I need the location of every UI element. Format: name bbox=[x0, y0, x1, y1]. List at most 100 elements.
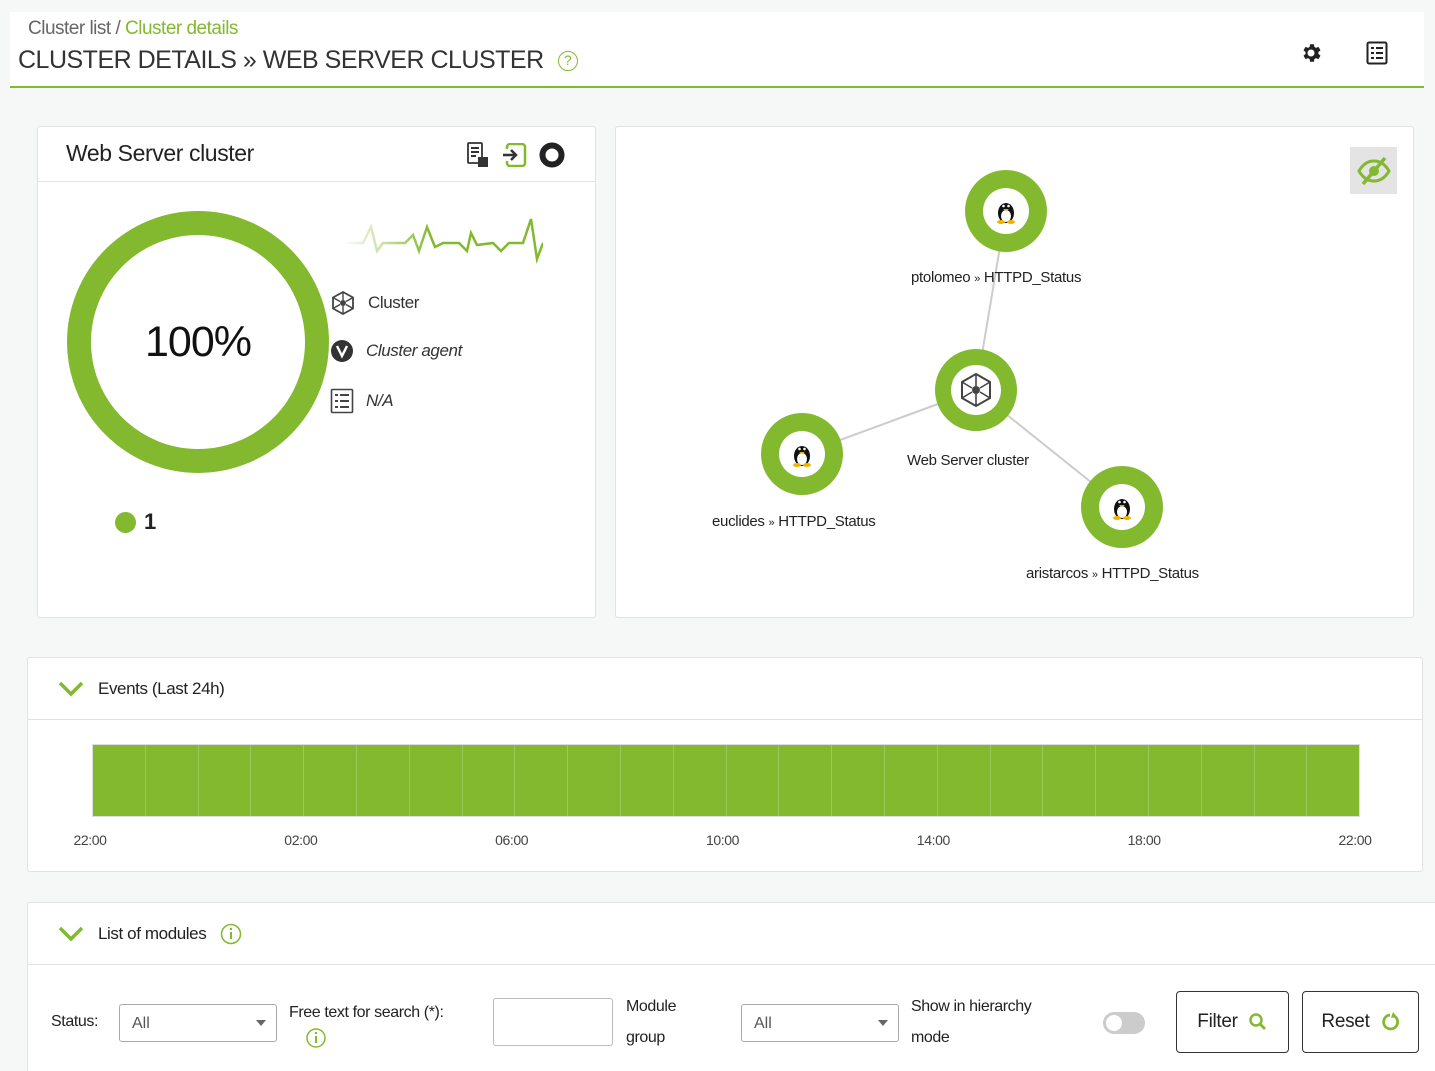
event-segment[interactable] bbox=[515, 745, 569, 816]
map-node-label-web-server-cluster: Web Server cluster bbox=[907, 452, 1029, 469]
event-segment[interactable] bbox=[198, 745, 252, 816]
module-group-select[interactable]: All bbox=[741, 1004, 899, 1042]
events-section-toggle[interactable]: Events (Last 24h) bbox=[28, 658, 1422, 720]
event-segment[interactable] bbox=[1148, 745, 1202, 816]
filter-button-label: Filter bbox=[1197, 1011, 1238, 1032]
info-row-group: N/A bbox=[330, 388, 394, 414]
page-header: Cluster list / Cluster details CLUSTER D… bbox=[10, 12, 1424, 88]
caret-down-icon bbox=[256, 1020, 266, 1026]
info-row-type: Cluster bbox=[330, 290, 419, 316]
map-node-aristarcos[interactable] bbox=[1081, 466, 1163, 548]
event-segment[interactable] bbox=[462, 745, 516, 816]
event-segment[interactable] bbox=[990, 745, 1044, 816]
search-icon bbox=[1248, 1013, 1266, 1030]
info-icon[interactable] bbox=[305, 1027, 327, 1049]
module-group-label-line1: Module bbox=[626, 998, 677, 1015]
hierarchy-mode-toggle[interactable] bbox=[1103, 1012, 1145, 1034]
event-tick-label: 18:00 bbox=[1127, 832, 1161, 848]
event-segment[interactable] bbox=[93, 745, 146, 816]
event-segment[interactable] bbox=[1307, 745, 1360, 816]
modules-card: List of modules Status: All Free text fo… bbox=[27, 902, 1435, 1071]
event-segment[interactable] bbox=[409, 745, 463, 816]
page-title-text: CLUSTER DETAILS » WEB SERVER CLUSTER bbox=[18, 46, 544, 74]
list-icon bbox=[330, 388, 354, 414]
event-segment[interactable] bbox=[1254, 745, 1308, 816]
list-view-button[interactable] bbox=[1362, 38, 1392, 68]
breadcrumb-cluster-list[interactable]: Cluster list bbox=[28, 18, 111, 39]
status-ring-icon bbox=[539, 142, 565, 168]
legend-count: 1 bbox=[144, 509, 157, 534]
cluster-map-graph bbox=[761, 170, 1163, 548]
cluster-status-percent: 100% bbox=[145, 317, 252, 366]
module-group-select-value: All bbox=[754, 1015, 772, 1032]
status-label: Status: bbox=[51, 1013, 99, 1030]
event-segment[interactable] bbox=[1096, 745, 1149, 816]
login-icon[interactable] bbox=[501, 143, 527, 167]
gear-icon bbox=[1303, 44, 1321, 62]
event-segment[interactable] bbox=[884, 745, 938, 816]
event-segment[interactable] bbox=[145, 745, 199, 816]
events-timeline-bar[interactable] bbox=[92, 744, 1360, 817]
event-segment[interactable] bbox=[568, 745, 621, 816]
map-node-ptolomeo[interactable] bbox=[965, 170, 1047, 252]
event-segment[interactable] bbox=[356, 745, 410, 816]
reset-button[interactable]: Reset bbox=[1302, 991, 1419, 1053]
map-node-label-aristarcos: aristarcos » HTTPD_Status bbox=[1026, 565, 1199, 582]
chevron-down-icon bbox=[58, 926, 84, 941]
info-type-text: Cluster bbox=[368, 293, 420, 312]
map-node-euclides[interactable] bbox=[761, 413, 843, 495]
heartbeat-sparkline-icon bbox=[343, 218, 543, 264]
settings-button[interactable] bbox=[1296, 38, 1326, 68]
free-text-search-input[interactable] bbox=[493, 998, 613, 1046]
map-node-label-ptolomeo: ptolomeo » HTTPD_Status bbox=[911, 269, 1082, 286]
map-node-label-euclides: euclides » HTTPD_Status bbox=[712, 513, 876, 530]
cluster-status-legend: 1 bbox=[115, 509, 156, 535]
event-tick-label: 02:00 bbox=[284, 832, 318, 848]
toggle-knob bbox=[1106, 1015, 1122, 1031]
cluster-card-header: Web Server cluster bbox=[38, 127, 595, 182]
event-tick-label: 22:00 bbox=[1338, 832, 1372, 848]
reset-icon bbox=[1381, 1012, 1399, 1031]
event-segment[interactable] bbox=[1043, 745, 1097, 816]
event-segment[interactable] bbox=[673, 745, 727, 816]
caret-down-icon bbox=[878, 1020, 888, 1026]
event-tick-label: 10:00 bbox=[705, 832, 740, 848]
status-select-value: All bbox=[132, 1015, 150, 1032]
cluster-map-card: ptolomeo » HTTPD_Status Web Server clust… bbox=[615, 126, 1414, 618]
event-segment[interactable] bbox=[832, 745, 885, 816]
cluster-icon bbox=[332, 290, 354, 316]
breadcrumb: Cluster list / Cluster details bbox=[28, 18, 238, 40]
legend-ok-dot bbox=[115, 511, 136, 533]
event-segment[interactable] bbox=[1201, 745, 1255, 816]
events-card: Events (Last 24h) 22:00 02:00 06:00 10:00 14… bbox=[27, 657, 1423, 872]
cluster-summary-card: Web Server cluster 100% 1 Cluster Cluste… bbox=[37, 126, 596, 618]
event-tick-label: 06:00 bbox=[495, 832, 529, 848]
free-text-label: Free text for search (*): bbox=[289, 1004, 444, 1021]
server-report-icon[interactable] bbox=[467, 142, 489, 168]
filter-button[interactable]: Filter bbox=[1176, 991, 1289, 1053]
help-icon[interactable]: ? bbox=[557, 50, 578, 71]
status-select[interactable]: All bbox=[119, 1004, 277, 1042]
chevron-down-icon bbox=[58, 681, 84, 696]
cluster-card-actions bbox=[467, 142, 565, 168]
events-title: Events (Last 24h) bbox=[98, 678, 225, 698]
map-node-web-server-cluster[interactable] bbox=[935, 349, 1017, 431]
cluster-card-title: Web Server cluster bbox=[66, 140, 254, 166]
info-group-text: N/A bbox=[366, 391, 394, 410]
modules-title: List of modules bbox=[98, 923, 207, 943]
event-segment[interactable] bbox=[251, 745, 305, 816]
event-segment[interactable] bbox=[304, 745, 357, 816]
info-icon[interactable] bbox=[220, 923, 242, 945]
info-agent-text[interactable]: Cluster agent bbox=[366, 341, 462, 361]
breadcrumb-cluster-details[interactable]: Cluster details bbox=[125, 18, 238, 39]
event-segment[interactable] bbox=[779, 745, 833, 816]
hierarchy-label-line2: mode bbox=[911, 1029, 950, 1046]
event-segment[interactable] bbox=[620, 745, 674, 816]
event-segment[interactable] bbox=[726, 745, 780, 816]
agent-v-icon bbox=[331, 340, 353, 362]
modules-filters: Status: All Free text for search (*): Mo… bbox=[28, 965, 1435, 1071]
event-segment[interactable] bbox=[937, 745, 991, 816]
modules-section-toggle[interactable]: List of modules bbox=[28, 903, 1435, 965]
breadcrumb-separator: / bbox=[110, 18, 126, 39]
reset-button-label: Reset bbox=[1321, 1011, 1370, 1032]
